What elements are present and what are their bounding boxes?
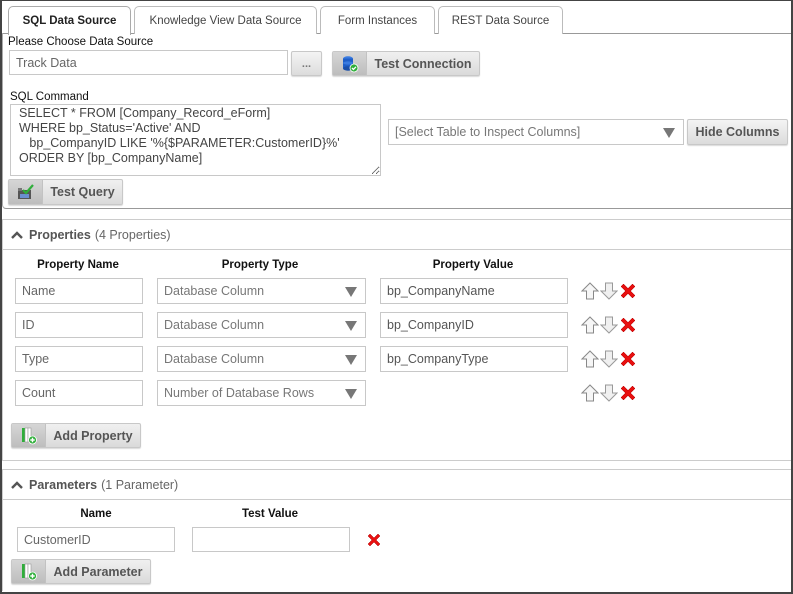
chevron-up-icon	[11, 230, 23, 239]
data-source-label: Please Choose Data Source	[8, 36, 154, 48]
test-query-button[interactable]: Test Query	[8, 179, 123, 205]
tab-form-instances[interactable]: Form Instances	[320, 6, 435, 34]
sql-data-source-panel: Please Choose Data Source Track Data ...…	[2, 33, 791, 209]
parameters-section: Parameters (1 Parameter) Name Test Value…	[2, 469, 791, 591]
column-header-test-value: Test Value	[241, 508, 299, 520]
property-type-value: Database Column	[164, 318, 265, 332]
property-type-select[interactable]: Number of Database Rows	[157, 380, 366, 406]
properties-header[interactable]: Properties (4 Properties)	[3, 220, 791, 250]
test-connection-button[interactable]: Test Connection	[332, 51, 480, 76]
chevron-down-icon	[345, 389, 357, 399]
chevron-down-icon	[663, 128, 675, 138]
property-name-input[interactable]: Count	[15, 380, 143, 406]
browse-data-source-button[interactable]: ...	[291, 51, 322, 76]
add-column-icon	[12, 424, 46, 447]
tab-knowledge-view-data-source[interactable]: Knowledge View Data Source	[134, 6, 317, 34]
inspect-table-select[interactable]: [Select Table to Inspect Columns]	[388, 119, 684, 145]
data-source-input[interactable]: Track Data	[9, 50, 288, 75]
column-header-property-value: Property Value	[432, 259, 514, 271]
property-type-value: Database Column	[164, 284, 265, 298]
add-column-icon	[12, 560, 46, 583]
property-name-input[interactable]: Name	[15, 278, 143, 304]
test-connection-label: Test Connection	[374, 56, 472, 71]
column-header-property-type: Property Type	[221, 259, 299, 271]
column-header-parameter-name: Name	[80, 508, 112, 520]
parameters-count: (1 Parameter)	[101, 477, 179, 492]
hide-columns-button[interactable]: Hide Columns	[687, 119, 788, 145]
move-down-icon[interactable]	[600, 282, 618, 300]
property-type-value: Number of Database Rows	[164, 386, 315, 400]
tab-bar: SQL Data Source Knowledge View Data Sour…	[2, 0, 791, 35]
property-name-input[interactable]: ID	[15, 312, 143, 338]
chevron-up-icon	[11, 480, 23, 489]
property-type-select[interactable]: Database Column	[157, 346, 366, 372]
move-down-icon[interactable]	[600, 350, 618, 368]
delete-property-icon[interactable]	[619, 350, 637, 368]
test-query-label: Test Query	[50, 185, 115, 199]
tab-rest-data-source[interactable]: REST Data Source	[438, 6, 563, 34]
properties-title: Properties	[29, 227, 91, 242]
parameters-header[interactable]: Parameters (1 Parameter)	[3, 470, 791, 500]
add-parameter-label: Add Parameter	[53, 564, 143, 579]
chevron-down-icon	[345, 321, 357, 331]
add-property-label: Add Property	[53, 428, 133, 443]
move-down-icon[interactable]	[600, 316, 618, 334]
property-value-input[interactable]: bp_CompanyID	[380, 312, 568, 338]
column-header-property-name: Property Name	[37, 259, 119, 271]
parameter-name-input[interactable]: CustomerID	[17, 527, 175, 552]
inspect-table-select-value: [Select Table to Inspect Columns]	[395, 125, 581, 139]
delete-property-icon[interactable]	[619, 316, 637, 334]
sql-command-textarea[interactable]	[10, 104, 381, 176]
parameter-test-value-input[interactable]	[192, 527, 350, 552]
properties-count: (4 Properties)	[94, 227, 171, 242]
property-type-select[interactable]: Database Column	[157, 278, 366, 304]
properties-section: Properties (4 Properties) Property Name …	[2, 219, 791, 461]
move-up-icon[interactable]	[581, 350, 599, 368]
sql-command-label: SQL Command	[10, 91, 89, 103]
move-up-icon[interactable]	[581, 384, 599, 402]
property-type-select[interactable]: Database Column	[157, 312, 366, 338]
move-up-icon[interactable]	[581, 316, 599, 334]
delete-property-icon[interactable]	[619, 384, 637, 402]
database-check-icon	[333, 52, 367, 75]
property-value-input[interactable]: bp_CompanyName	[380, 278, 568, 304]
move-down-icon[interactable]	[600, 384, 618, 402]
test-query-icon	[9, 180, 43, 204]
tab-sql-data-source[interactable]: SQL Data Source	[8, 6, 131, 35]
delete-parameter-icon[interactable]	[365, 531, 383, 549]
parameters-title: Parameters	[29, 477, 98, 492]
chevron-down-icon	[345, 287, 357, 297]
property-type-value: Database Column	[164, 352, 265, 366]
delete-property-icon[interactable]	[619, 282, 637, 300]
move-up-icon[interactable]	[581, 282, 599, 300]
add-parameter-button[interactable]: Add Parameter	[11, 559, 151, 584]
chevron-down-icon	[345, 355, 357, 365]
add-property-button[interactable]: Add Property	[11, 423, 141, 448]
property-name-input[interactable]: Type	[15, 346, 143, 372]
property-value-input[interactable]: bp_CompanyType	[380, 346, 568, 372]
